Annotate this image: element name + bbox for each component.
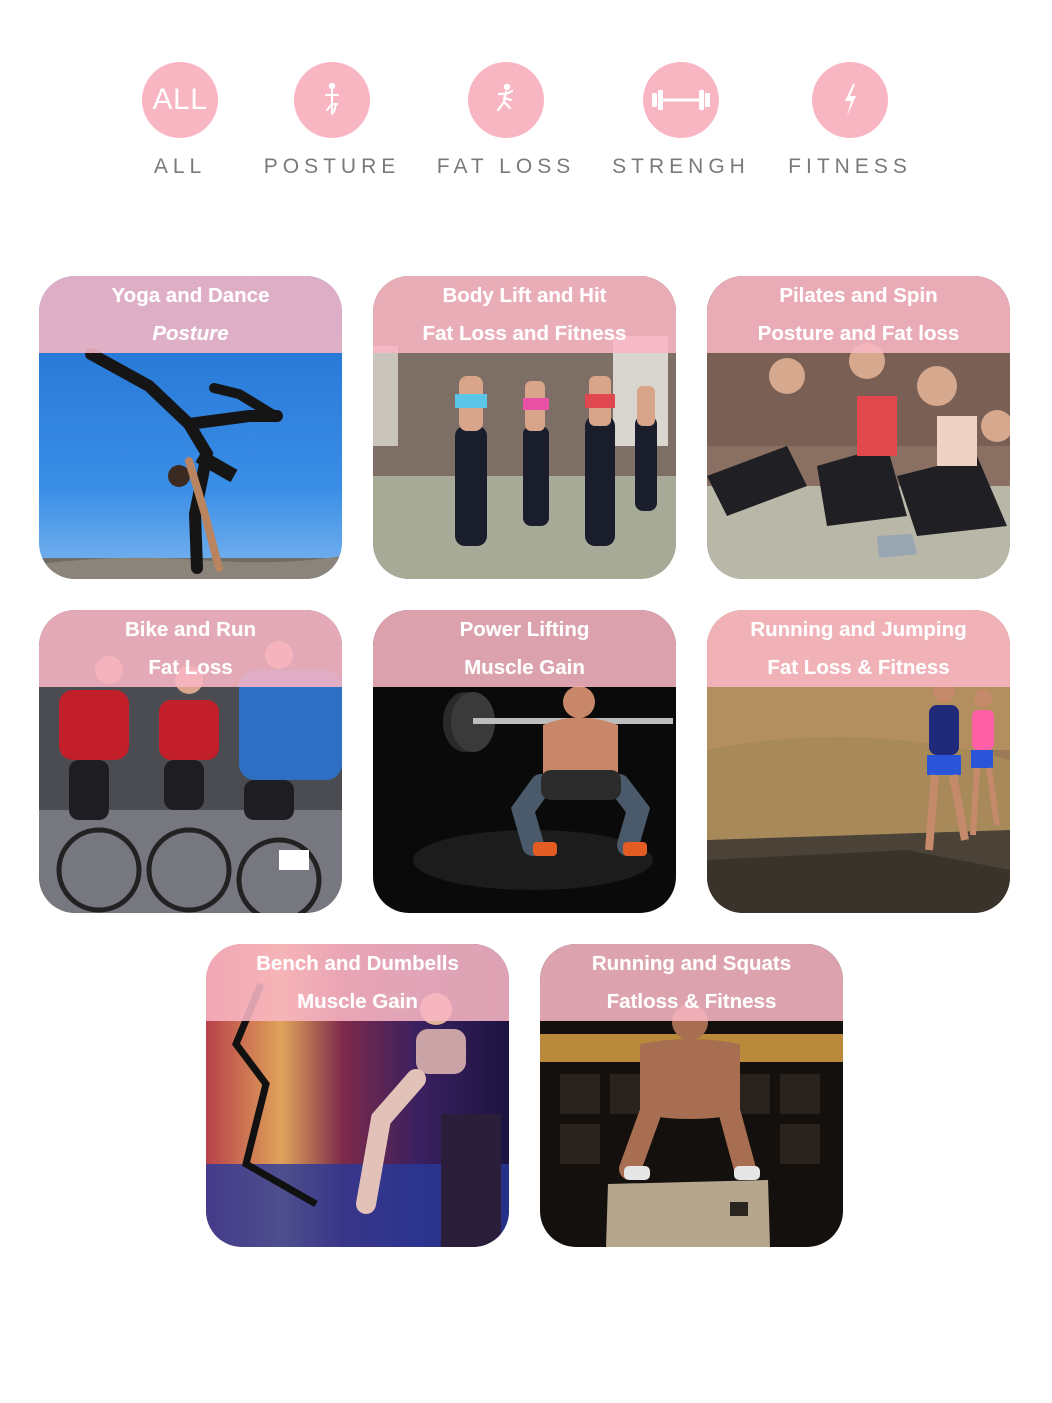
card-subtitle: Fatloss & Fitness (606, 990, 777, 1013)
filter-fat-loss[interactable]: FAT LOSS (416, 62, 596, 179)
program-card-body-lift[interactable]: Body Lift and Hit Fat Loss and Fitness (373, 276, 676, 579)
card-banner: Running and Jumping Fat Loss & Fitness (707, 610, 1010, 687)
filter-all-circle[interactable]: ALL (142, 62, 218, 138)
filter-fitness[interactable]: FITNESS (760, 62, 940, 179)
program-card-power-lifting[interactable]: Power Lifting Muscle Gain (373, 610, 676, 913)
filter-fat-loss-circle[interactable] (468, 62, 544, 138)
card-banner: Pilates and Spin Posture and Fat loss (707, 276, 1010, 353)
card-banner: Bench and Dumbells Muscle Gain (206, 944, 509, 1021)
filter-strength-circle[interactable] (643, 62, 719, 138)
filter-fat-loss-label: FAT LOSS (436, 155, 576, 178)
card-title: Yoga and Dance (111, 284, 270, 307)
program-card-bench-dumbells[interactable]: Bench and Dumbells Muscle Gain (206, 944, 509, 1247)
card-banner: Power Lifting Muscle Gain (373, 610, 676, 687)
card-subtitle: Fat Loss (148, 656, 233, 679)
filter-fitness-circle[interactable] (812, 62, 888, 138)
filter-posture-circle[interactable] (294, 62, 370, 138)
program-card-running-jumping[interactable]: Running and Jumping Fat Loss & Fitness (707, 610, 1010, 913)
program-card-bike-run[interactable]: Bike and Run Fat Loss (39, 610, 342, 913)
filter-strength[interactable]: STRENGH (591, 62, 771, 179)
card-title: Running and Jumping (750, 618, 967, 641)
card-title: Bench and Dumbells (256, 952, 459, 975)
card-title: Body Lift and Hit (442, 284, 607, 307)
filter-posture-label: POSTURE (263, 155, 401, 178)
card-banner: Bike and Run Fat Loss (39, 610, 342, 687)
card-title: Power Lifting (459, 618, 590, 641)
running-figure-icon (496, 83, 514, 112)
barbell-icon (652, 90, 710, 110)
card-title: Bike and Run (125, 618, 256, 641)
lightning-bolt-icon (845, 84, 856, 116)
program-card-pilates-spin[interactable]: Pilates and Spin Posture and Fat loss (707, 276, 1010, 579)
all-text-icon: ALL (152, 83, 208, 116)
filter-strength-label: STRENGH (612, 155, 750, 178)
card-banner: Running and Squats Fatloss & Fitness (540, 944, 843, 1021)
filter-fitness-label: FITNESS (788, 155, 912, 178)
card-title: Running and Squats (591, 952, 792, 975)
program-card-running-squats[interactable]: Running and Squats Fatloss & Fitness (540, 944, 843, 1247)
card-subtitle: Muscle Gain (464, 656, 585, 679)
card-subtitle: Muscle Gain (297, 990, 418, 1013)
card-banner: Body Lift and Hit Fat Loss and Fitness (373, 276, 676, 353)
posture-figure-icon (325, 82, 339, 115)
program-gallery-page: ALL ALL POSTURE FAT LOSS STRENGH FITNESS… (0, 0, 1052, 1403)
card-subtitle: Fat Loss & Fitness (767, 656, 950, 679)
card-subtitle: Fat Loss and Fitness (422, 322, 627, 345)
card-subtitle: Posture and Fat loss (757, 322, 960, 345)
card-subtitle: Posture (152, 322, 229, 345)
card-banner: Yoga and Dance Posture (39, 276, 342, 353)
category-filter-bar: ALL ALL POSTURE FAT LOSS STRENGH FITNESS (0, 0, 1052, 220)
card-title: Pilates and Spin (779, 284, 938, 307)
filter-posture[interactable]: POSTURE (242, 62, 422, 179)
program-card-yoga-dance[interactable]: Yoga and Dance Posture (39, 276, 342, 579)
